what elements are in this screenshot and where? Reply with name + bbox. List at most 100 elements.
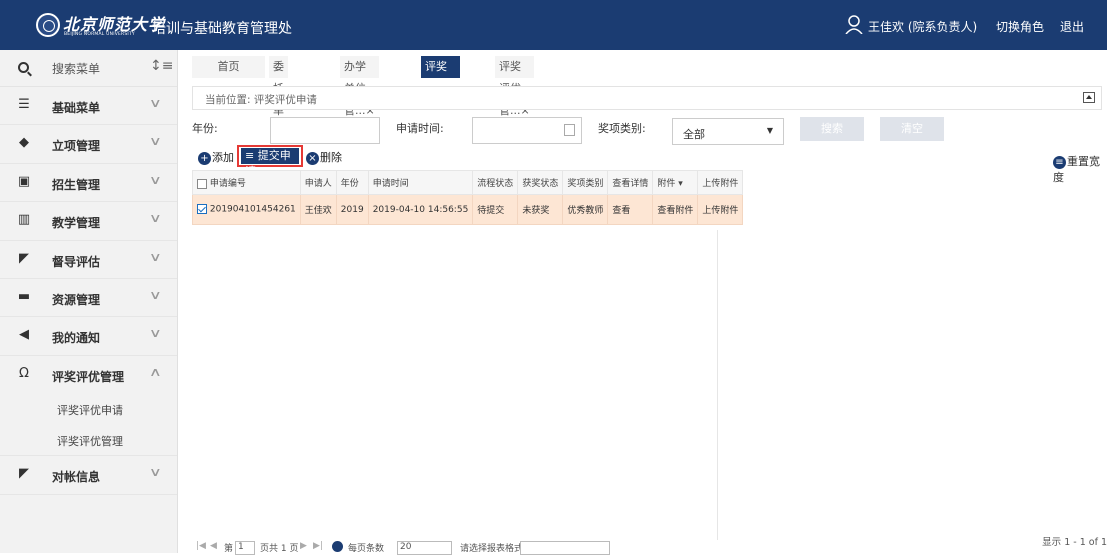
- row-checkbox[interactable]: [197, 204, 207, 215]
- tab-award-apply[interactable]: 评奖评优申...×: [421, 56, 460, 117]
- sidebar: 搜索菜单 ↕≡ ☰ 基础菜单 ∨ ◆ 立项管理 ∨ ▣ 招生管理 ∨ ▥ 教学管理 ∨ ◤ 督导评…: [0, 50, 178, 553]
- headset-icon: Ω: [19, 365, 29, 381]
- last-page-icon[interactable]: ▶|: [313, 541, 323, 551]
- dropdown-arrow-icon: ▼: [766, 126, 773, 135]
- delete-label: 删除: [320, 151, 342, 164]
- sidebar-item-label: 立项管理: [52, 139, 101, 154]
- date-input[interactable]: [472, 117, 582, 144]
- folder-icon: ▬: [17, 288, 31, 304]
- sidebar-item-project[interactable]: ◆ 立项管理 ∨: [0, 125, 177, 164]
- sidebar-subitem-award-apply[interactable]: 评奖评优申请: [0, 394, 177, 425]
- sidebar-item-basic-menu[interactable]: ☰ 基础菜单 ∨: [0, 87, 177, 126]
- cell-flow-status: 待提交: [472, 194, 519, 225]
- sidebar-item-resources[interactable]: ▬ 资源管理 ∨: [0, 279, 177, 318]
- select-all-checkbox[interactable]: [197, 178, 207, 189]
- system-title: 培训与基础教育管理处: [152, 21, 292, 37]
- chevron-down-icon: ∨: [148, 172, 162, 187]
- search-button[interactable]: 搜索: [800, 117, 864, 141]
- header-upload[interactable]: 上传附件: [697, 170, 744, 195]
- cell-app-id: 201904101454261: [192, 194, 301, 225]
- header-attachments[interactable]: 附件 ▾: [652, 170, 699, 195]
- switch-role-link[interactable]: 切换角色: [996, 18, 1044, 35]
- sidebar-item-teaching[interactable]: ▥ 教学管理 ∨: [0, 202, 177, 241]
- next-page-icon[interactable]: ▶: [300, 541, 307, 551]
- cell-award-type: 优秀教师: [562, 194, 609, 225]
- subitem-label: 评奖评优管理: [57, 435, 123, 449]
- award-type-select[interactable]: 全部 ▼: [672, 118, 784, 145]
- sidebar-item-label: 对帐信息: [52, 470, 101, 485]
- sidebar-subitem-award-manage[interactable]: 评奖评优管理: [0, 425, 177, 457]
- list-icon: ☰: [18, 97, 30, 112]
- delete-button[interactable]: × 删除: [306, 149, 342, 167]
- display-count: 显示 1 - 1 of 1: [1042, 537, 1107, 548]
- chevron-down-icon: ∨: [148, 287, 162, 302]
- breadcrumb: 当前位置: 评奖评优申请: [192, 86, 1102, 110]
- table-row[interactable]: 201904101454261 王佳欢 2019 2019-04-10 14:5…: [192, 194, 744, 225]
- header-year[interactable]: 年份: [335, 170, 369, 195]
- header-applicant[interactable]: 申请人: [299, 170, 337, 195]
- sidebar-item-label: 评奖评优管理: [52, 369, 125, 384]
- plus-icon: +: [198, 151, 211, 165]
- page-label: 第: [224, 544, 234, 554]
- header-apply-time[interactable]: 申请时间: [367, 170, 474, 195]
- tab-award-manage[interactable]: 评奖评优管...×: [495, 56, 534, 117]
- sidebar-item-enrollment[interactable]: ▣ 招生管理 ∨: [0, 164, 177, 203]
- speaker-icon: ◀: [19, 327, 29, 343]
- chevron-up-icon: ∧: [148, 364, 162, 379]
- page-total: 页共 1 页: [260, 544, 299, 554]
- award-type-label: 奖项类别:: [598, 122, 646, 135]
- chevron-down-icon: ∨: [148, 211, 162, 226]
- breadcrumb-text: 当前位置: 评奖评优申请: [205, 94, 317, 106]
- header-app-id[interactable]: 申请编号: [192, 170, 301, 195]
- subitem-label: 评奖评优申请: [57, 404, 123, 418]
- header-award-status[interactable]: 获奖状态: [517, 170, 564, 195]
- collapse-icon[interactable]: [1083, 92, 1095, 103]
- book-icon: ▥: [17, 212, 31, 228]
- calendar-icon[interactable]: [564, 124, 575, 136]
- header-view-details[interactable]: 查看详情: [607, 170, 654, 195]
- cell-year: 2019: [335, 194, 369, 225]
- first-page-icon[interactable]: |◀: [196, 541, 206, 551]
- view-details-link[interactable]: 查看: [607, 194, 654, 225]
- add-button[interactable]: + 添加: [198, 149, 234, 167]
- chevron-down-icon: ∨: [148, 249, 162, 264]
- id-card-icon: ▣: [17, 173, 31, 189]
- logout-link[interactable]: 退出: [1060, 18, 1084, 35]
- header-flow-status[interactable]: 流程状态: [472, 170, 519, 195]
- sidebar-item-label: 招生管理: [52, 177, 101, 192]
- sidebar-item-accounts[interactable]: ◤ 对帐信息 ∨: [0, 456, 177, 495]
- header-award-type[interactable]: 奖项类别: [562, 170, 609, 195]
- table-empty-area: [192, 230, 718, 540]
- add-label: 添加: [212, 151, 234, 164]
- award-type-value: 全部: [683, 128, 705, 141]
- report-format-label: 请选择报表格式: [460, 544, 524, 554]
- sidebar-item-supervision[interactable]: ◤ 督导评估 ∨: [0, 241, 177, 279]
- menu-search[interactable]: 搜索菜单 ↕≡: [0, 50, 177, 87]
- view-attachments-link[interactable]: 查看附件: [652, 194, 699, 225]
- university-seal-icon: [36, 13, 60, 37]
- sidebar-item-label: 基础菜单: [52, 101, 101, 115]
- reset-width-button[interactable]: ≡ 重置宽度: [1053, 153, 1107, 185]
- current-user[interactable]: 王佳欢 (院系负责人): [868, 18, 977, 35]
- submit-application-button[interactable]: ≡ 提交申请: [237, 145, 303, 178]
- chevron-down-icon: ∨: [148, 96, 162, 110]
- user-icon[interactable]: [844, 14, 864, 34]
- search-menu-label[interactable]: 搜索菜单: [52, 60, 100, 77]
- sidebar-item-awards[interactable]: Ω 评奖评优管理 ∧: [0, 356, 177, 394]
- edit-icon: ◤: [19, 466, 29, 482]
- tab-client-units[interactable]: 委托单位库×: [269, 56, 288, 183]
- search-icon[interactable]: [18, 62, 29, 73]
- refresh-icon[interactable]: [332, 541, 343, 552]
- sort-icon[interactable]: ↕≡: [150, 58, 173, 74]
- tab-home[interactable]: 首页: [192, 56, 265, 78]
- prev-page-icon[interactable]: ◀: [210, 541, 217, 551]
- cell-applicant: 王佳欢: [299, 194, 337, 225]
- list-icon: ≡: [1053, 155, 1066, 169]
- clear-button[interactable]: 清空: [880, 117, 944, 141]
- tab-school-units[interactable]: 办学单位管...×: [340, 56, 379, 117]
- sidebar-item-notifications[interactable]: ◀ 我的通知 ∨: [0, 317, 177, 356]
- year-input[interactable]: [270, 117, 380, 144]
- close-icon: ×: [306, 151, 319, 165]
- sidebar-item-label: 资源管理: [52, 292, 101, 307]
- upload-attachment-link[interactable]: 上传附件: [697, 194, 744, 225]
